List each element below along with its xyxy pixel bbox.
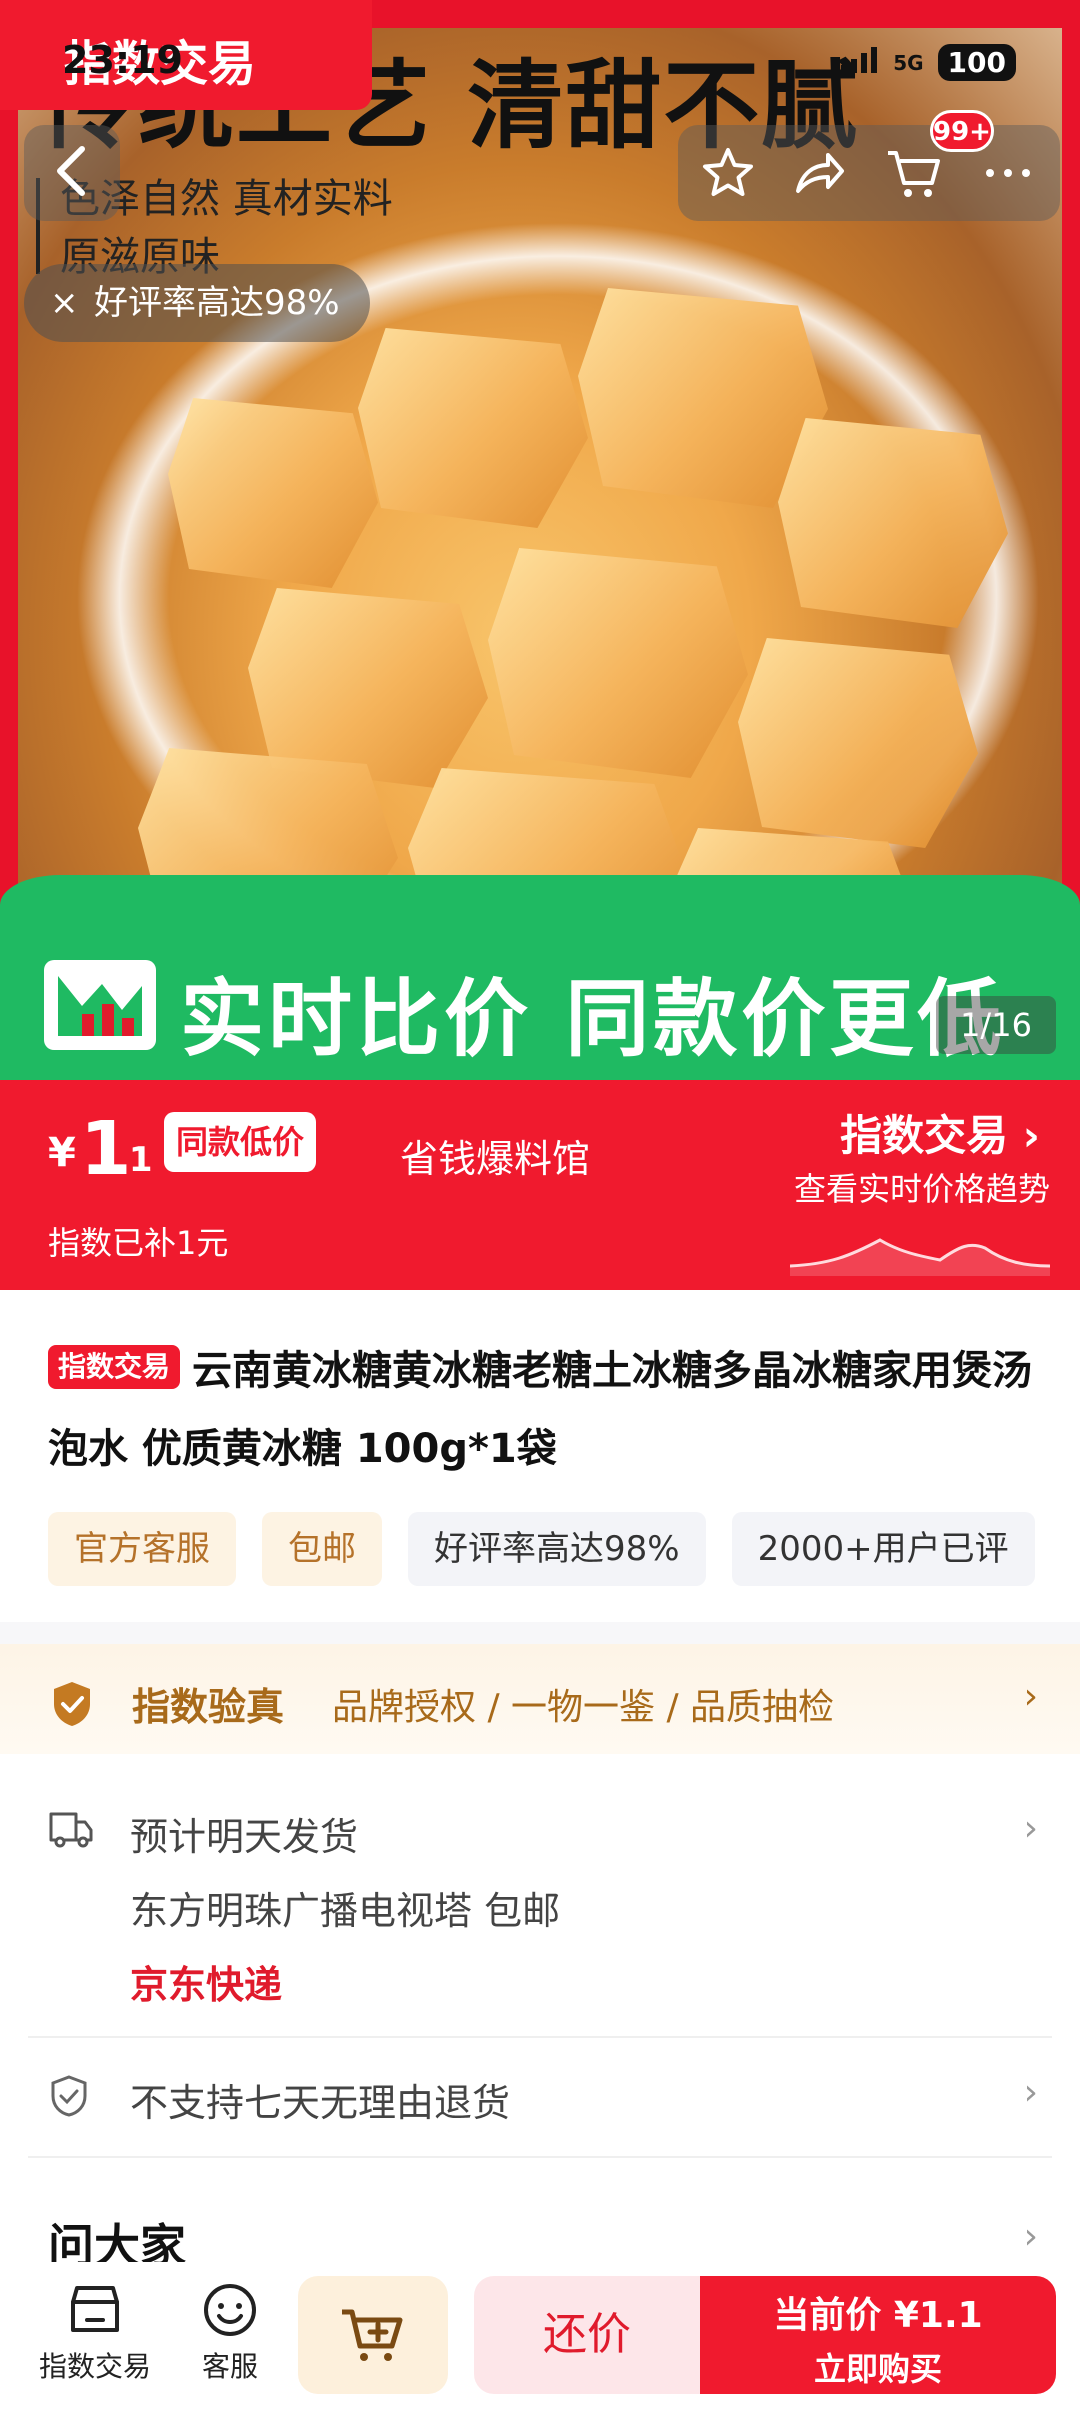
favorite-button[interactable] bbox=[698, 143, 758, 203]
ship-estimate: 预计明天发货 bbox=[130, 1815, 359, 1859]
product-title-block: 指数交易 云南黄冰糖黄冰糖老糖土冰糖多晶冰糖家用煲汤泡水 优质黄冰糖 100g*1… bbox=[48, 1332, 1048, 1488]
shield-outline-icon bbox=[48, 2074, 90, 2122]
authenticity-title: 指数验真 bbox=[132, 1685, 285, 1729]
chip-official-service[interactable]: 官方客服 bbox=[48, 1512, 236, 1586]
praise-rate-text: 好评率高达98% bbox=[94, 283, 340, 323]
product-title: 云南黄冰糖黄冰糖老糖土冰糖多晶冰糖家用煲汤泡水 优质黄冰糖 100g*1袋 bbox=[48, 1348, 1033, 1472]
candy-piece bbox=[778, 418, 1008, 628]
index-trade-tab-label: 指数交易 bbox=[38, 2350, 151, 2383]
customer-service-tab[interactable]: 客服 bbox=[180, 2282, 280, 2385]
chevron-right-icon[interactable]: › bbox=[1024, 2072, 1038, 2113]
chip-free-shipping[interactable]: 包邮 bbox=[262, 1512, 382, 1586]
price-currency: ¥ bbox=[48, 1130, 76, 1176]
courier-name: 京东快递 bbox=[130, 1963, 283, 2007]
buy-now-button[interactable]: 当前价 ¥1.1 立即购买 bbox=[700, 2276, 1056, 2394]
candy-piece bbox=[358, 328, 588, 528]
service-chips: 官方客服 包邮 好评率高达98% 2000+用户已评 bbox=[48, 1512, 1035, 1586]
return-policy: 不支持七天无理由退货 bbox=[130, 2081, 511, 2125]
lowest-price-badge: 同款低价 bbox=[164, 1112, 317, 1172]
compare-logo-icon bbox=[44, 960, 156, 1050]
star-icon bbox=[703, 148, 753, 196]
shield-check-icon bbox=[50, 1680, 94, 1732]
price-trend-sparkline bbox=[789, 1226, 1051, 1280]
chip-reviews[interactable]: 2000+用户已评 bbox=[731, 1512, 1035, 1586]
divider bbox=[28, 2036, 1052, 2038]
close-icon[interactable]: × bbox=[50, 264, 79, 342]
battery-level: 100 bbox=[937, 44, 1016, 81]
cart-count-badge: 99+ bbox=[930, 110, 994, 152]
buy-price-label: 当前价 ¥1.1 bbox=[773, 2295, 983, 2336]
price-trend-link[interactable]: 查看实时价格趋势 bbox=[794, 1164, 1050, 1210]
cart-icon bbox=[888, 151, 940, 197]
chevron-right-icon: › bbox=[1023, 1676, 1038, 1717]
cart-button[interactable] bbox=[884, 143, 944, 203]
index-trade-tab[interactable]: 指数交易 bbox=[30, 2282, 160, 2385]
add-to-cart-button[interactable] bbox=[298, 2276, 448, 2394]
index-trade-link[interactable]: 指数交易 › bbox=[840, 1102, 1040, 1163]
price-compare-text: 实时比价 同款价更低 bbox=[180, 970, 1006, 1068]
more-icon bbox=[986, 169, 1030, 177]
image-counter: 1/16 bbox=[936, 996, 1056, 1054]
status-indicators: 5G 100 bbox=[839, 44, 1016, 81]
divider bbox=[28, 2156, 1052, 2158]
candy-piece bbox=[738, 638, 978, 848]
back-button[interactable] bbox=[24, 125, 120, 221]
share-button[interactable] bbox=[788, 143, 848, 203]
signal-icon bbox=[839, 46, 879, 79]
bargain-button[interactable]: 还价 bbox=[474, 2276, 700, 2394]
subsidy-text: 指数已补1元 bbox=[48, 1224, 229, 1262]
network-type: 5G bbox=[893, 50, 924, 75]
chip-praise-rate[interactable]: 好评率高达98% bbox=[408, 1512, 706, 1586]
authenticity-desc: 品牌授权 / 一物一鉴 / 品质抽检 bbox=[332, 1687, 835, 1728]
chevron-right-icon[interactable]: › bbox=[1024, 2216, 1038, 2257]
customer-service-label: 客服 bbox=[201, 2350, 258, 2383]
price-decimal: .1 bbox=[116, 1140, 153, 1180]
chevron-left-icon bbox=[52, 143, 92, 203]
title-tag: 指数交易 bbox=[48, 1345, 181, 1389]
buy-now-label: 立即购买 bbox=[813, 2350, 942, 2388]
smile-icon bbox=[180, 2282, 280, 2345]
cart-add-icon bbox=[342, 2309, 403, 2361]
chevron-right-icon[interactable]: › bbox=[1024, 1808, 1038, 1849]
ship-address[interactable]: 东方明珠广播电视塔 包邮 bbox=[130, 1880, 560, 1935]
candy-piece bbox=[168, 398, 378, 588]
shop-name[interactable]: 省钱爆料馆 bbox=[400, 1128, 590, 1183]
status-time: 23:19 bbox=[62, 38, 183, 82]
candy-piece bbox=[488, 548, 748, 778]
index-trade-tag: 指数交易 bbox=[0, 0, 372, 110]
more-button[interactable] bbox=[978, 143, 1038, 203]
share-icon bbox=[796, 153, 844, 193]
store-icon bbox=[30, 2282, 160, 2345]
header-actions bbox=[678, 125, 1060, 221]
section-gap bbox=[0, 1622, 1080, 1644]
delivery-truck-icon bbox=[48, 1808, 94, 1854]
praise-rate-chip[interactable]: × 好评率高达98% bbox=[24, 264, 370, 342]
